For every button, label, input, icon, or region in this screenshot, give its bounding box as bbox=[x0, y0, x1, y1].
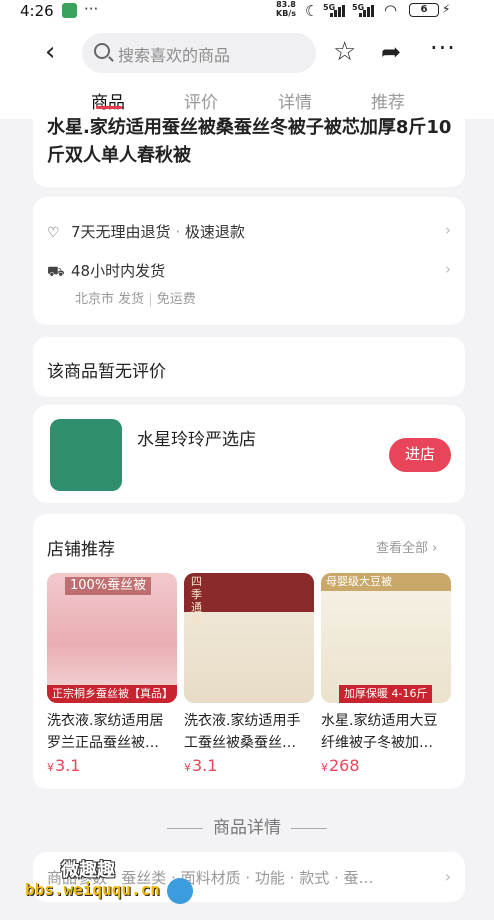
currency-symbol: ¥ bbox=[184, 761, 191, 774]
product-price: ¥268 bbox=[321, 756, 360, 775]
product-title: 水星.家纺适用蚕丝被桑蚕丝冬被子被芯加厚8斤10斤双人单人春秋被 bbox=[47, 117, 452, 166]
image-top-tag: 100%蚕丝被 bbox=[65, 577, 152, 595]
share-icon[interactable]: ➦ bbox=[381, 38, 401, 66]
more-icon[interactable]: ··· bbox=[430, 34, 456, 62]
product-image[interactable]: 四季通用 bbox=[184, 573, 314, 703]
search-placeholder: 搜索喜欢的商品 bbox=[118, 46, 231, 65]
price-value: 3.1 bbox=[55, 756, 81, 775]
currency-symbol: ¥ bbox=[47, 761, 54, 774]
image-bottom-tag: 加厚保暖 4-16斤 bbox=[339, 685, 433, 703]
ship-from: 北京市 发货 bbox=[75, 292, 145, 307]
no-review-text: 该商品暂无评价 bbox=[47, 362, 166, 382]
search-icon bbox=[94, 43, 110, 59]
product-image[interactable]: 100%蚕丝被 正宗桐乡蚕丝被【真品】 bbox=[47, 573, 177, 703]
image-bottom-tag: 正宗桐乡蚕丝被【真品】 bbox=[47, 685, 177, 703]
chevron-right-icon: › bbox=[432, 541, 438, 556]
free-shipping: 免运费 bbox=[156, 292, 196, 307]
status-time: 4:26 bbox=[20, 2, 54, 20]
truck-icon: ⛟ bbox=[47, 264, 65, 280]
network-speed: 83.8 KB/s bbox=[276, 0, 296, 18]
product-name[interactable]: 洗衣液.家纺适用手工蚕丝被桑蚕丝… bbox=[184, 710, 314, 754]
enter-shop-button[interactable]: 进店 bbox=[389, 438, 451, 472]
shipping-label: 48小时内发货 bbox=[71, 262, 166, 280]
shipping-row[interactable]: ⛟ 48小时内发货 › bbox=[47, 260, 451, 282]
product-price: ¥3.1 bbox=[184, 756, 217, 775]
divider bbox=[291, 827, 327, 829]
watermark-mascot-icon bbox=[167, 878, 193, 904]
return-policy-row[interactable]: ♡ 7天无理由退货 · 极速退款 › bbox=[47, 221, 451, 242]
watermark-title: 微趣趣 bbox=[61, 860, 115, 881]
do-not-disturb-icon: ☾ bbox=[305, 2, 319, 20]
heart-shield-icon: ♡ bbox=[47, 225, 60, 241]
divider bbox=[167, 827, 203, 829]
chevron-right-icon: › bbox=[444, 867, 451, 886]
view-all-label: 查看全部 bbox=[376, 541, 429, 556]
shop-card[interactable]: 水星玲玲严选店 进店 bbox=[33, 405, 465, 503]
status-bar: 4:26 ··· 83.8 KB/s ☾ 5G 5G ◠ 6 ⚡ bbox=[0, 0, 494, 24]
recommend-item[interactable]: 四季通用 洗衣液.家纺适用手工蚕丝被桑蚕丝… ¥3.1 bbox=[184, 573, 314, 783]
product-title-card: 水星.家纺适用蚕丝被桑蚕丝冬被子被芯加厚8斤10斤双人单人春秋被 bbox=[33, 110, 465, 187]
shop-name[interactable]: 水星玲玲严选店 bbox=[137, 425, 256, 450]
network-speed-unit: KB/s bbox=[276, 9, 296, 18]
watermark: 微趣趣 bbs.weiququ.cn bbox=[25, 856, 215, 912]
product-image[interactable]: 母婴级大豆被 加厚保暖 4-16斤 bbox=[321, 573, 451, 703]
product-name[interactable]: 洗衣液.家纺适用居罗兰正品蚕丝被… bbox=[47, 710, 177, 754]
network-speed-value: 83.8 bbox=[276, 0, 296, 9]
recommend-item[interactable]: 母婴级大豆被 加厚保暖 4-16斤 水星.家纺适用大豆纤维被子冬被加… ¥268 bbox=[321, 573, 451, 783]
service-card: ♡ 7天无理由退货 · 极速退款 › ⛟ 48小时内发货 › 北京市 发货 | 免运… bbox=[33, 197, 465, 325]
app-notification-icon bbox=[62, 3, 77, 18]
search-bar[interactable]: 搜索喜欢的商品 bbox=[82, 33, 316, 73]
battery-icon: 6 bbox=[409, 3, 439, 17]
price-value: 3.1 bbox=[192, 756, 218, 775]
price-value: 268 bbox=[329, 756, 360, 775]
top-navigation: ‹ 搜索喜欢的商品 ☆ ➦ ··· 商品 评价 详情 推荐 bbox=[0, 24, 494, 119]
product-price: ¥3.1 bbox=[47, 756, 80, 775]
charging-icon: ⚡ bbox=[442, 2, 451, 16]
recommend-title: 店铺推荐 bbox=[47, 540, 115, 560]
watermark-url: bbs.weiququ.cn bbox=[25, 880, 160, 899]
shop-logo[interactable] bbox=[50, 419, 122, 491]
wifi-icon: ◠ bbox=[384, 1, 398, 19]
chevron-right-icon: › bbox=[445, 260, 451, 278]
active-tab-indicator bbox=[96, 106, 122, 109]
refund-label: 极速退款 bbox=[184, 223, 245, 241]
product-name[interactable]: 水星.家纺适用大豆纤维被子冬被加… bbox=[321, 710, 451, 754]
detail-heading: 商品详情 bbox=[0, 813, 494, 838]
view-all-link[interactable]: 查看全部 › bbox=[376, 537, 437, 556]
detail-heading-text: 商品详情 bbox=[213, 818, 281, 838]
review-card[interactable]: 该商品暂无评价 bbox=[33, 337, 465, 397]
status-more-dots: ··· bbox=[84, 0, 99, 18]
image-top-tag: 四季通用 bbox=[191, 575, 202, 627]
image-top-tag: 母婴级大豆被 bbox=[326, 575, 392, 588]
chevron-left-icon[interactable]: ‹ bbox=[45, 38, 55, 66]
chevron-right-icon: › bbox=[445, 221, 451, 239]
recommend-item[interactable]: 100%蚕丝被 正宗桐乡蚕丝被【真品】 洗衣液.家纺适用居罗兰正品蚕丝被… ¥3… bbox=[47, 573, 177, 783]
shop-recommend-card: 店铺推荐 查看全部 › 100%蚕丝被 正宗桐乡蚕丝被【真品】 洗衣液.家纺适用… bbox=[33, 514, 465, 789]
return-label: 7天无理由退货 bbox=[71, 223, 171, 241]
shipping-details: 北京市 发货 | 免运费 bbox=[75, 292, 196, 307]
favorite-star-icon[interactable]: ☆ bbox=[333, 37, 356, 67]
currency-symbol: ¥ bbox=[321, 761, 328, 774]
